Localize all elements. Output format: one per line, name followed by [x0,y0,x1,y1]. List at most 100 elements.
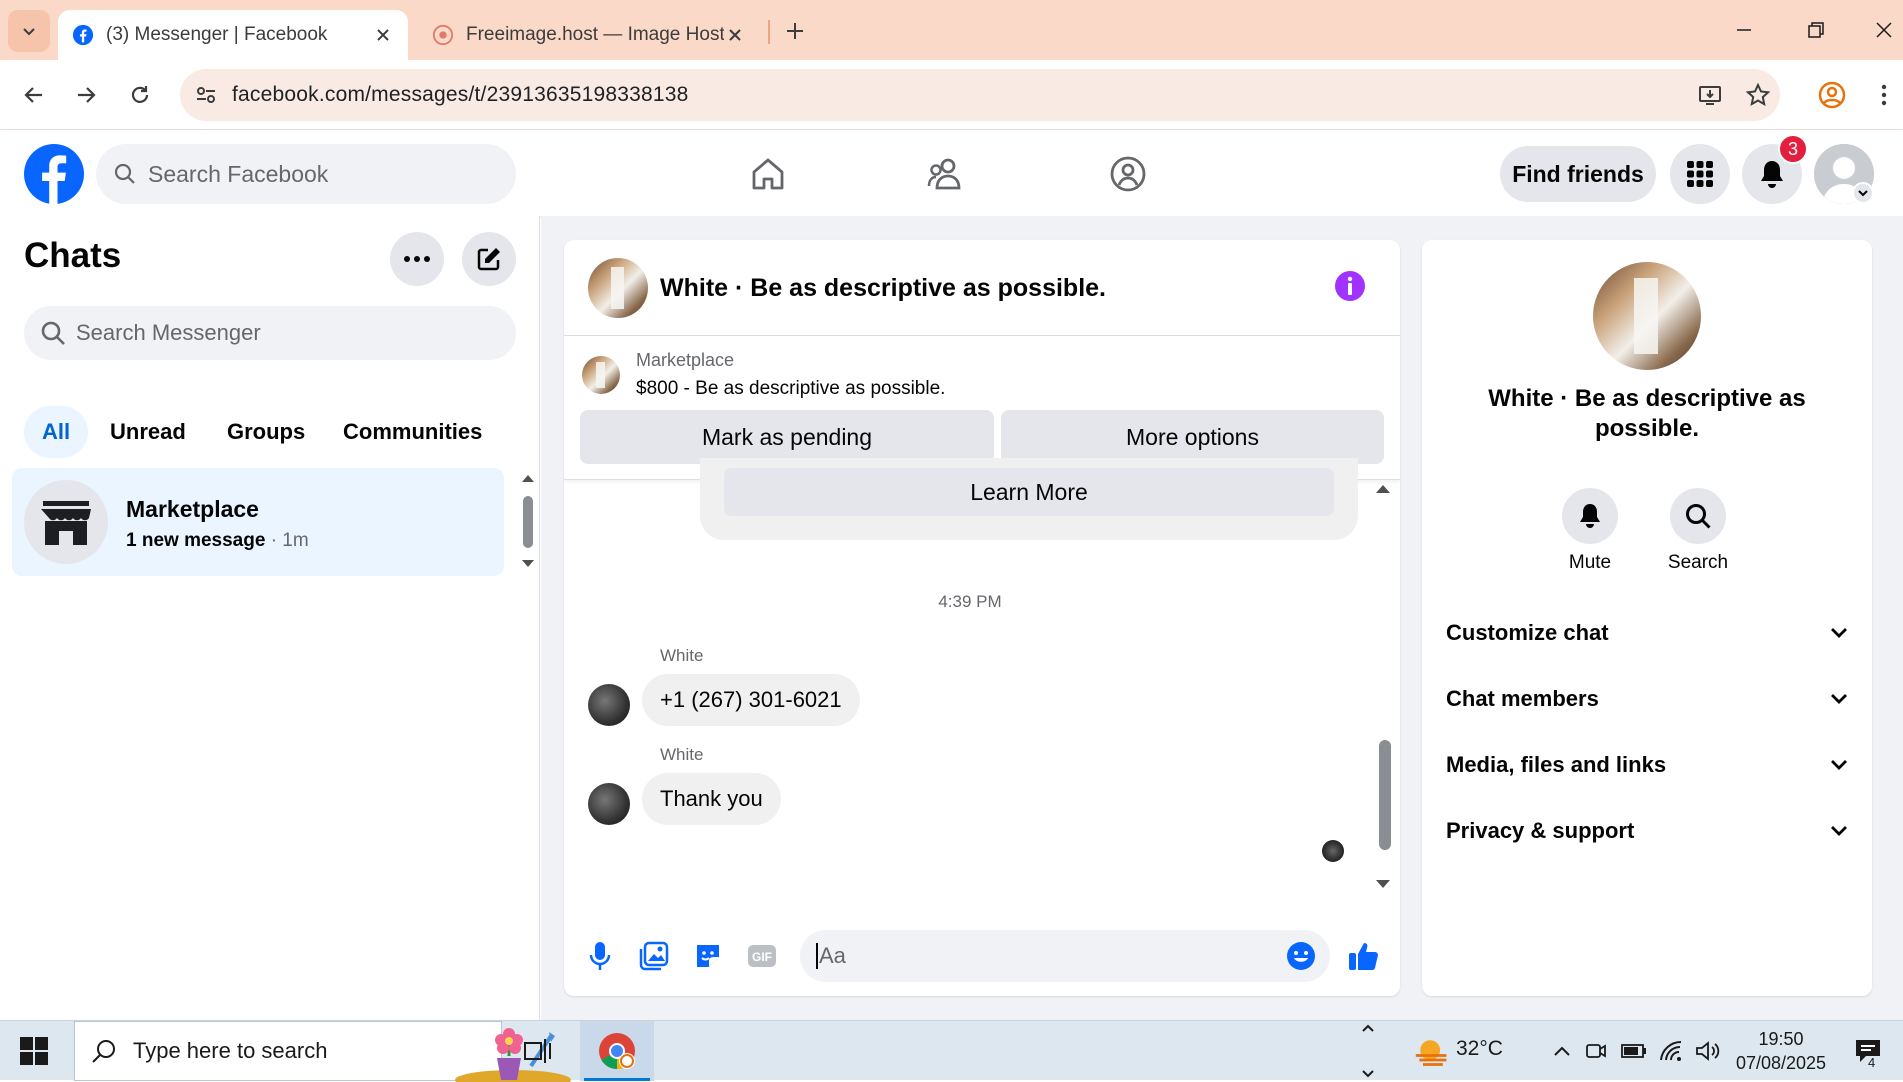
show-hidden-icons-icon[interactable] [1544,1033,1580,1069]
media-files-links-section[interactable]: Media, files and links [1446,738,1848,792]
microphone-icon[interactable] [582,938,618,974]
sender-avatar[interactable] [588,684,630,726]
marketplace-card: Learn More [700,458,1358,540]
details-name: White · Be as descriptive as possible. [1488,385,1806,442]
profile-icon[interactable] [1812,75,1852,115]
new-tab-button[interactable] [778,14,812,48]
filter-groups[interactable]: Groups [209,406,323,458]
sidebar-scrollbar-thumb[interactable] [523,496,533,548]
search-icon [92,1040,115,1063]
tab-messenger[interactable]: (3) Messenger | Facebook [58,10,408,60]
conversation-avatar[interactable] [588,258,648,318]
forward-button[interactable] [66,75,106,115]
minimize-button[interactable] [1716,12,1772,48]
bookmark-star-icon[interactable] [1740,77,1776,113]
scroll-up-arrow-icon[interactable] [1376,484,1390,493]
message-sender: White [660,745,704,764]
conversation-scrollbar-thumb[interactable] [1379,740,1391,850]
emoji-icon[interactable] [1286,941,1316,971]
mute-button[interactable] [1562,488,1618,544]
taskbar-chrome-app[interactable] [580,1021,654,1081]
search-icon [1686,504,1711,529]
battery-icon[interactable] [1616,1033,1652,1069]
scroll-up-arrow-icon[interactable] [520,470,536,486]
chat-list-item[interactable]: Marketplace 1 new message · 1m [12,468,504,576]
taskbar-search-input[interactable]: Type here to search [74,1021,571,1082]
conversation-header: White · Be as descriptive as possible. [564,240,1400,336]
customize-chat-section[interactable]: Customize chat [1446,606,1848,660]
volume-icon[interactable] [1690,1033,1726,1069]
scroll-down-arrow-icon[interactable] [520,556,536,572]
reload-button[interactable] [120,75,160,115]
details-avatar[interactable] [1593,262,1701,370]
section-label: Chat members [1446,686,1599,711]
close-tab-icon[interactable] [724,24,746,46]
restore-button[interactable] [1788,12,1844,48]
mute-action[interactable]: Mute [1550,488,1630,574]
info-icon[interactable] [1334,270,1366,302]
filter-unread[interactable]: Unread [92,406,204,458]
scroll-down-arrow-icon[interactable] [1376,880,1390,889]
listing-thumbnail[interactable] [582,356,620,394]
task-view-icon[interactable] [520,1033,556,1069]
facebook-logo-icon[interactable] [24,144,84,204]
taskbar-scroll-arrows[interactable] [1358,1023,1378,1079]
privacy-support-section[interactable]: Privacy & support [1446,804,1848,858]
temperature-text: 32°C [1456,1037,1503,1060]
mark-as-pending-button[interactable]: Mark as pending [580,410,994,464]
windows-start-icon[interactable] [20,1037,48,1065]
groups-nav-icon[interactable] [1104,150,1152,198]
chat-options-button[interactable] [390,232,444,286]
messenger-search-input[interactable]: Search Messenger [24,306,516,360]
arrow-right-icon [78,87,96,103]
close-tab-icon[interactable] [372,24,394,46]
facebook-search-input[interactable]: Search Facebook [96,144,516,204]
wifi-icon[interactable] [1654,1033,1690,1069]
filter-communities[interactable]: Communities [325,406,500,458]
find-friends-button[interactable]: Find friends [1500,146,1656,202]
tab-search-button[interactable] [8,10,50,52]
more-options-button[interactable]: More options [1001,410,1384,464]
photo-gallery-icon[interactable] [636,938,672,974]
section-label: Privacy & support [1446,818,1635,843]
search-action[interactable]: Search [1658,488,1738,574]
close-window-button[interactable] [1856,12,1903,48]
message-input-placeholder: Aa [816,943,846,969]
chat-members-section[interactable]: Chat members [1446,672,1848,726]
chat-details-panel: White · Be as descriptive as possible. M… [1422,240,1872,996]
notification-badge: 3 [1778,134,1808,164]
sticker-icon[interactable] [690,938,726,974]
tab-freeimage[interactable]: Freeimage.host — Image Hostin [418,10,760,60]
message-bubble[interactable]: +1 (267) 301-6021 [642,674,860,726]
chat-name: Marketplace [126,496,259,522]
site-settings-icon[interactable] [180,84,232,106]
menu-grid-button[interactable] [1670,144,1730,204]
home-nav-icon[interactable] [744,150,792,198]
marketplace-avatar [24,480,108,564]
taskbar-clock[interactable]: 19:50 07/08/2025 [1726,1027,1836,1075]
filter-all[interactable]: All [24,406,89,458]
address-bar[interactable]: facebook.com/messages/t/2391363519833813… [180,69,1780,121]
grid-menu-icon [1687,161,1713,187]
learn-more-button[interactable]: Learn More [724,468,1334,516]
conversation-title[interactable]: White · Be as descriptive as possible. [660,274,1106,303]
message-input[interactable]: Aa [800,930,1330,982]
search-icon [114,163,135,184]
new-message-button[interactable] [462,232,516,286]
message-bubble[interactable]: Thank you [642,773,781,825]
sender-avatar[interactable] [588,783,630,825]
search-icon [41,321,65,345]
chevron-up-icon [1362,1024,1374,1032]
listing-title[interactable]: $800 - Be as descriptive as possible. [636,378,945,400]
weather-sun-icon[interactable] [1414,1033,1450,1069]
browser-menu-icon[interactable] [1864,75,1903,115]
search-in-chat-button[interactable] [1670,488,1726,544]
like-thumbs-up-icon[interactable] [1346,938,1382,974]
gif-icon[interactable]: GIF [744,938,780,974]
back-button[interactable] [14,75,54,115]
friends-nav-icon[interactable] [922,150,970,198]
chevron-down-icon [1831,694,1847,704]
account-chevron-icon[interactable] [1852,182,1874,204]
meet-now-icon[interactable] [1578,1033,1614,1069]
install-app-icon[interactable] [1692,77,1728,113]
